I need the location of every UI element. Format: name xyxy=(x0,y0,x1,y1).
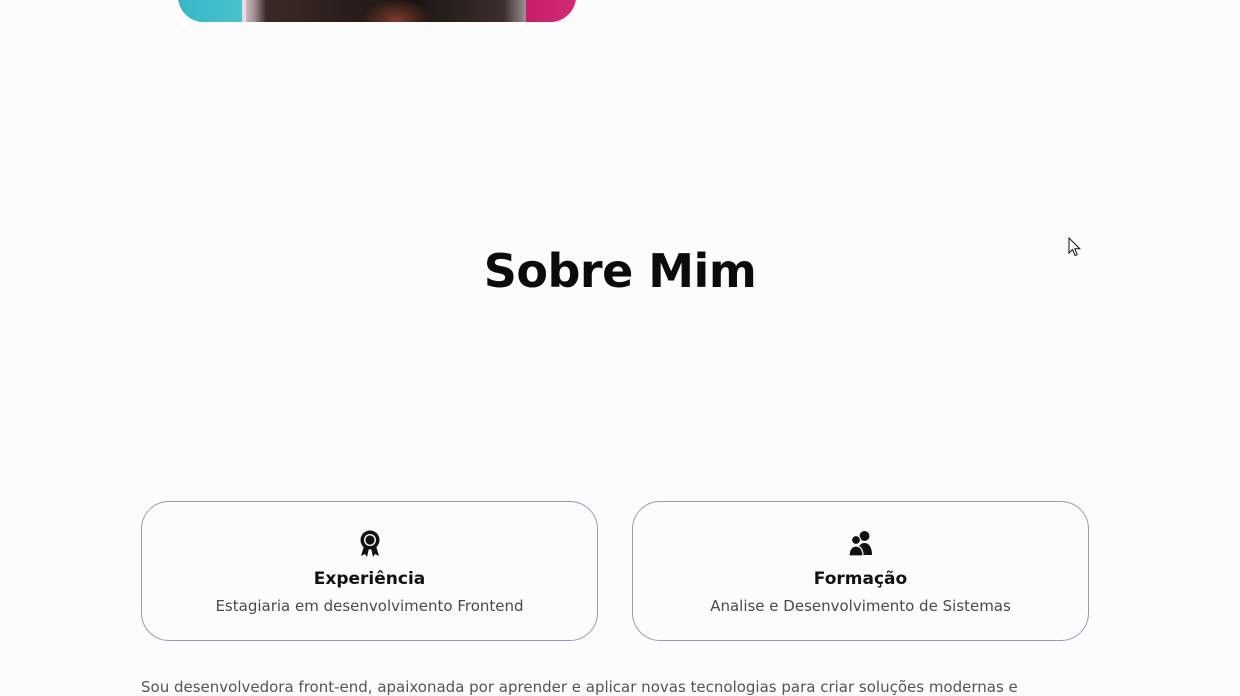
hero-photo-cyan-bg xyxy=(178,0,242,22)
users-icon xyxy=(847,531,872,557)
award-icon xyxy=(360,530,379,557)
education-card: Formação Analise e Desenvolvimento de Si… xyxy=(632,501,1089,641)
education-card-title: Formação xyxy=(813,569,908,589)
profile-photo xyxy=(246,0,526,22)
experience-card-text: Estagiaria em desenvolvimento Frontend xyxy=(215,597,524,615)
education-card-text: Analise e Desenvolvimento de Sistemas xyxy=(710,597,1011,615)
experience-card-title: Experiência xyxy=(313,569,426,589)
about-description: Sou desenvolvedora front-end, apaixonada… xyxy=(141,678,1018,696)
hero-photo xyxy=(178,0,576,22)
experience-card: Experiência Estagiaria em desenvolviment… xyxy=(141,501,598,641)
section-title: Sobre Mim xyxy=(483,244,757,298)
hero-photo-magenta-bg xyxy=(526,0,576,22)
about-cards: Experiência Estagiaria em desenvolviment… xyxy=(141,501,1091,643)
